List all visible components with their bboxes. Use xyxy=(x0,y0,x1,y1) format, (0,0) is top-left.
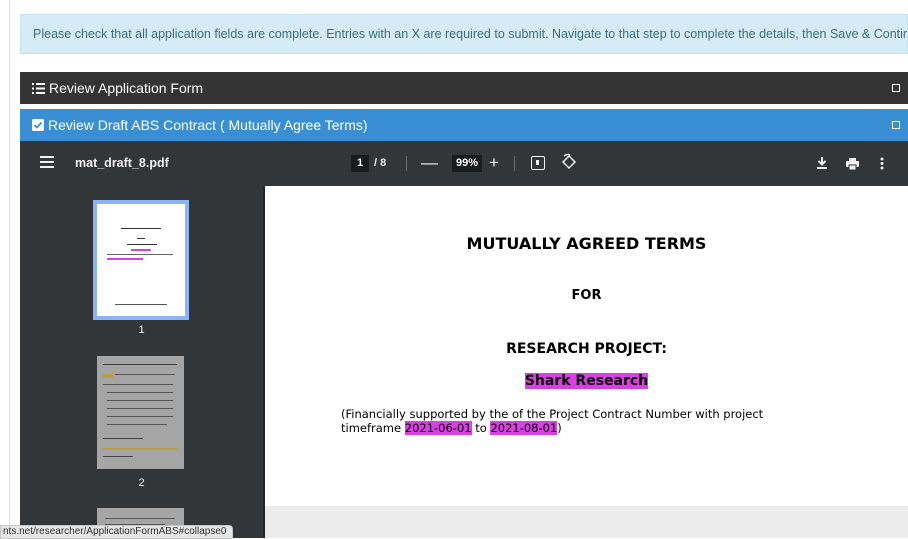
alert-text: Please check that all application fields… xyxy=(33,27,908,41)
page-thumbnail[interactable] xyxy=(93,200,189,320)
page-left-border xyxy=(9,0,10,538)
download-icon[interactable] xyxy=(816,141,828,186)
status-bar-url: nts.net/researcher/ApplicationFormABS#co… xyxy=(0,525,234,539)
collapse-icon[interactable] xyxy=(892,121,900,129)
zoom-out-button[interactable]: — xyxy=(421,141,438,185)
checkbox-icon xyxy=(32,110,44,142)
para-to: to xyxy=(471,421,491,435)
page-gap xyxy=(265,506,908,538)
fit-page-icon[interactable] xyxy=(531,156,545,170)
thumbnail-sidebar[interactable]: 1 2 xyxy=(20,186,263,538)
page-number-input[interactable]: 1 xyxy=(351,155,369,172)
panel-title: Review Application Form xyxy=(49,80,204,96)
collapse-icon[interactable] xyxy=(892,84,900,92)
print-icon[interactable] xyxy=(846,141,859,186)
project-name: Shark Research xyxy=(524,373,649,389)
document-for-label: FOR xyxy=(571,288,602,303)
zoom-input[interactable]: 99% xyxy=(452,155,482,172)
pdf-page: MUTUALLY AGREED TERMS FOR RESEARCH PROJE… xyxy=(265,186,908,506)
start-date: 2021-06-01 xyxy=(404,421,472,435)
end-date: 2021-08-01 xyxy=(490,421,558,435)
panel-review-draft-contract[interactable]: Review Draft ABS Contract ( Mutually Agr… xyxy=(20,109,908,141)
document-subtitle: RESEARCH PROJECT: xyxy=(506,341,667,357)
zoom-in-button[interactable]: + xyxy=(489,141,499,185)
para-end: ) xyxy=(557,421,562,435)
toolbar-divider xyxy=(406,156,407,171)
document-paragraph: (Financially supported by the of the Pro… xyxy=(341,407,811,435)
thumbnail-number: 1 xyxy=(138,324,145,336)
document-title: MUTUALLY AGREED TERMS xyxy=(466,234,707,253)
toolbar-divider xyxy=(514,156,515,171)
panel-title: Review Draft ABS Contract ( Mutually Agr… xyxy=(48,117,368,133)
page-thumbnail[interactable] xyxy=(97,356,184,469)
info-alert: Please check that all application fields… xyxy=(20,14,908,54)
rotate-icon[interactable] xyxy=(560,153,578,171)
pdf-toolbar: mat_draft_8.pdf 1 / 8 — 99% + xyxy=(20,141,908,186)
thumbnail-number: 2 xyxy=(138,477,145,489)
panel-review-application-form[interactable]: Review Application Form xyxy=(20,72,908,104)
menu-icon[interactable] xyxy=(40,156,54,168)
list-icon xyxy=(32,73,45,105)
pdf-file-name: mat_draft_8.pdf xyxy=(75,156,169,170)
project-name-line: Shark Research xyxy=(265,373,908,389)
page-total: / 8 xyxy=(374,157,387,169)
more-options-icon[interactable] xyxy=(880,141,884,186)
pdf-viewer: mat_draft_8.pdf 1 / 8 — 99% + 1 2 MUTUAL… xyxy=(20,141,908,538)
